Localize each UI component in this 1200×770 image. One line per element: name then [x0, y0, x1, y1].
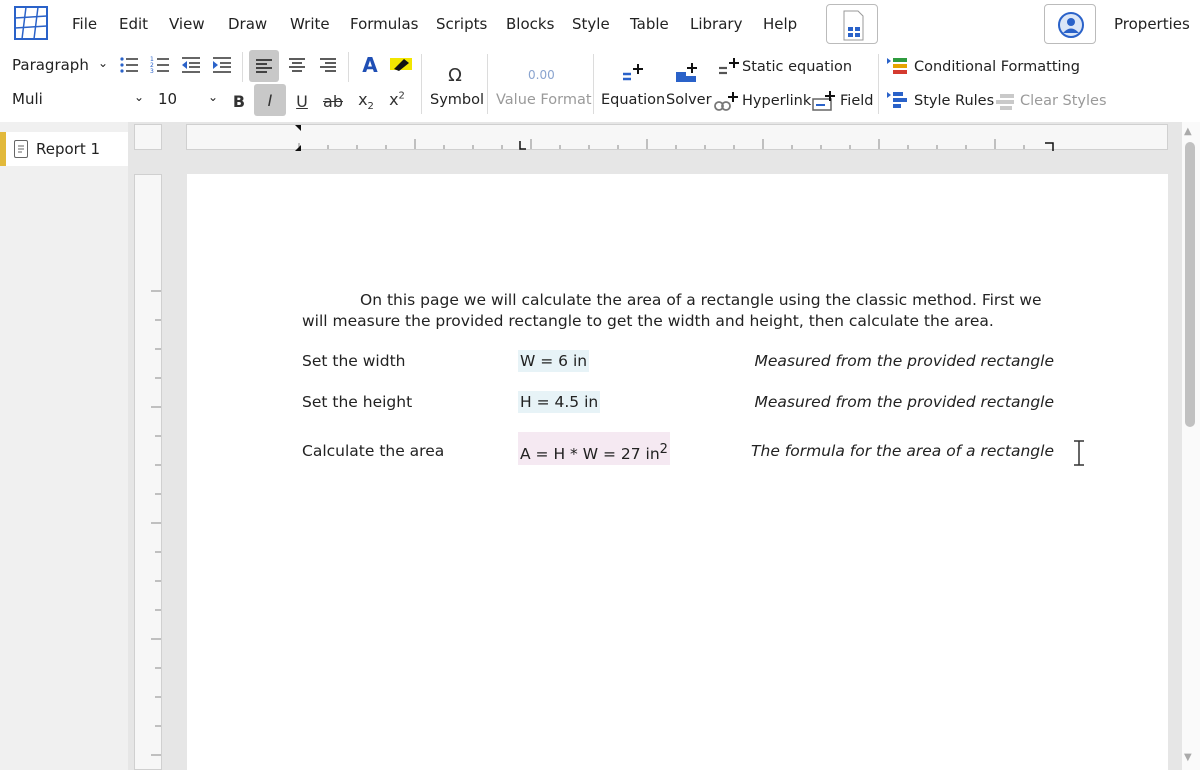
document-view-button[interactable] — [826, 4, 878, 44]
decrease-indent-icon[interactable] — [178, 52, 204, 78]
toolbar-divider — [593, 54, 594, 114]
toolbar-divider — [878, 54, 879, 114]
menu-formulas[interactable]: Formulas — [350, 15, 418, 33]
area-label: Calculate the area — [302, 442, 445, 460]
insert-equation-icon[interactable] — [620, 60, 646, 86]
font-family-select[interactable]: Muli ⌄ — [4, 86, 148, 114]
insert-solver-icon[interactable] — [674, 60, 700, 86]
text-cursor-icon — [1074, 440, 1084, 466]
increase-indent-icon[interactable] — [209, 52, 235, 78]
highlight-color-icon[interactable] — [388, 52, 414, 78]
document-tab-label: Report 1 — [36, 140, 101, 158]
font-size-value: 10 — [158, 90, 178, 108]
toolbar-divider — [242, 52, 243, 82]
document-page[interactable]: On this page we will calculate the area … — [187, 174, 1168, 770]
user-avatar-icon — [1058, 12, 1084, 38]
insert-field-icon[interactable] — [811, 88, 837, 114]
user-account-button[interactable] — [1044, 4, 1096, 44]
menu-scripts[interactable]: Scripts — [436, 15, 487, 33]
strikethrough-button[interactable]: ab — [320, 88, 346, 114]
symbol-button[interactable]: Symbol — [430, 92, 484, 108]
omega-symbol-icon[interactable]: Ω — [442, 62, 468, 88]
value-format-button[interactable]: Value Format — [496, 92, 592, 108]
menu-library[interactable]: Library — [690, 15, 742, 33]
font-family-value: Muli — [12, 90, 43, 108]
equation-button[interactable]: Equation — [601, 92, 665, 108]
align-center-icon[interactable] — [284, 52, 310, 78]
area-note: The formula for the area of a rectangle — [751, 442, 1054, 460]
paragraph-style-value: Paragraph — [12, 56, 89, 74]
clear-styles-button[interactable]: Clear Styles — [1020, 93, 1107, 109]
bullet-list-icon[interactable] — [116, 52, 142, 78]
scroll-up-arrow-icon[interactable]: ▲ — [1184, 126, 1192, 137]
menu-bar: File Edit View Draw Write Formulas Scrip… — [0, 0, 1200, 48]
menu-file[interactable]: File — [72, 15, 97, 33]
intro-paragraph[interactable]: On this page we will calculate the area … — [302, 290, 1062, 332]
underline-button[interactable]: U — [289, 88, 315, 114]
vertical-ruler[interactable] — [134, 174, 162, 770]
width-note: Measured from the provided rectangle — [754, 352, 1054, 370]
toolbar-divider — [487, 54, 488, 114]
toolbar-divider — [348, 52, 349, 82]
solver-button[interactable]: Solver — [666, 92, 712, 108]
scroll-down-arrow-icon[interactable]: ▼ — [1184, 752, 1192, 763]
height-label: Set the height — [302, 393, 413, 411]
chevron-down-icon: ⌄ — [207, 90, 218, 104]
menu-draw[interactable]: Draw — [228, 15, 267, 33]
svg-text:3: 3 — [150, 68, 154, 74]
horizontal-ruler[interactable] — [186, 124, 1168, 151]
app-logo-icon[interactable] — [14, 6, 48, 40]
vertical-scrollbar[interactable]: ▲ ▼ — [1182, 122, 1200, 770]
numbered-list-icon[interactable]: 123 — [147, 52, 173, 78]
area-equation-text: A = H * W = 27 in — [520, 445, 660, 464]
superscript-icon[interactable]: x2 — [384, 86, 410, 112]
height-equation[interactable]: H = 4.5 in — [518, 391, 601, 413]
properties-button[interactable]: Properties — [1114, 15, 1190, 33]
text-color-icon[interactable]: A — [357, 52, 383, 78]
menu-help[interactable]: Help — [763, 15, 797, 33]
static-equation-button[interactable]: Static equation — [742, 59, 852, 75]
paragraph-style-select[interactable]: Paragraph ⌄ — [4, 52, 112, 80]
height-note: Measured from the provided rectangle — [754, 393, 1054, 411]
style-rules-button[interactable]: Style Rules — [914, 93, 994, 109]
static-equation-icon[interactable] — [716, 54, 742, 80]
menu-view[interactable]: View — [169, 15, 205, 33]
align-left-icon[interactable] — [249, 50, 279, 82]
toolbar-divider — [421, 54, 422, 114]
documents-panel: Report 1 — [0, 122, 128, 770]
conditional-formatting-icon[interactable] — [884, 54, 910, 80]
font-size-select[interactable]: 10 ⌄ — [150, 86, 222, 114]
bold-button[interactable]: B — [226, 88, 252, 114]
italic-button[interactable]: I — [254, 84, 286, 116]
subscript-icon[interactable]: x2 — [353, 88, 379, 114]
hyperlink-button[interactable]: Hyperlink — [742, 93, 811, 109]
formatting-toolbar: Paragraph ⌄ 123 A Muli ⌄ 10 ⌄ B I U ab x… — [0, 48, 1200, 120]
chevron-down-icon: ⌄ — [97, 56, 108, 70]
menu-table[interactable]: Table — [630, 15, 669, 33]
menu-style[interactable]: Style — [572, 15, 610, 33]
ruler-corner — [134, 124, 162, 150]
conditional-formatting-button[interactable]: Conditional Formatting — [914, 59, 1080, 75]
document-icon — [843, 10, 864, 41]
menu-blocks[interactable]: Blocks — [506, 15, 554, 33]
chevron-down-icon: ⌄ — [133, 90, 144, 104]
scrollbar-thumb[interactable] — [1185, 142, 1195, 427]
document-tab-report-1[interactable]: Report 1 — [0, 132, 128, 166]
intro-text: On this page we will calculate the area … — [302, 291, 1042, 330]
width-label: Set the width — [302, 352, 406, 370]
area-equation[interactable]: A = H * W = 27 in2 — [518, 432, 670, 466]
value-format-preview: 0.00 — [528, 68, 555, 82]
align-right-icon[interactable] — [315, 52, 341, 78]
menu-write[interactable]: Write — [290, 15, 330, 33]
area-equation-exponent: 2 — [659, 442, 668, 457]
document-icon — [14, 140, 28, 158]
style-rules-icon[interactable] — [884, 88, 910, 114]
menu-edit[interactable]: Edit — [119, 15, 148, 33]
hyperlink-icon[interactable] — [713, 88, 739, 114]
clear-styles-icon[interactable] — [993, 88, 1019, 114]
field-button[interactable]: Field — [840, 93, 873, 109]
width-equation[interactable]: W = 6 in — [518, 350, 590, 372]
